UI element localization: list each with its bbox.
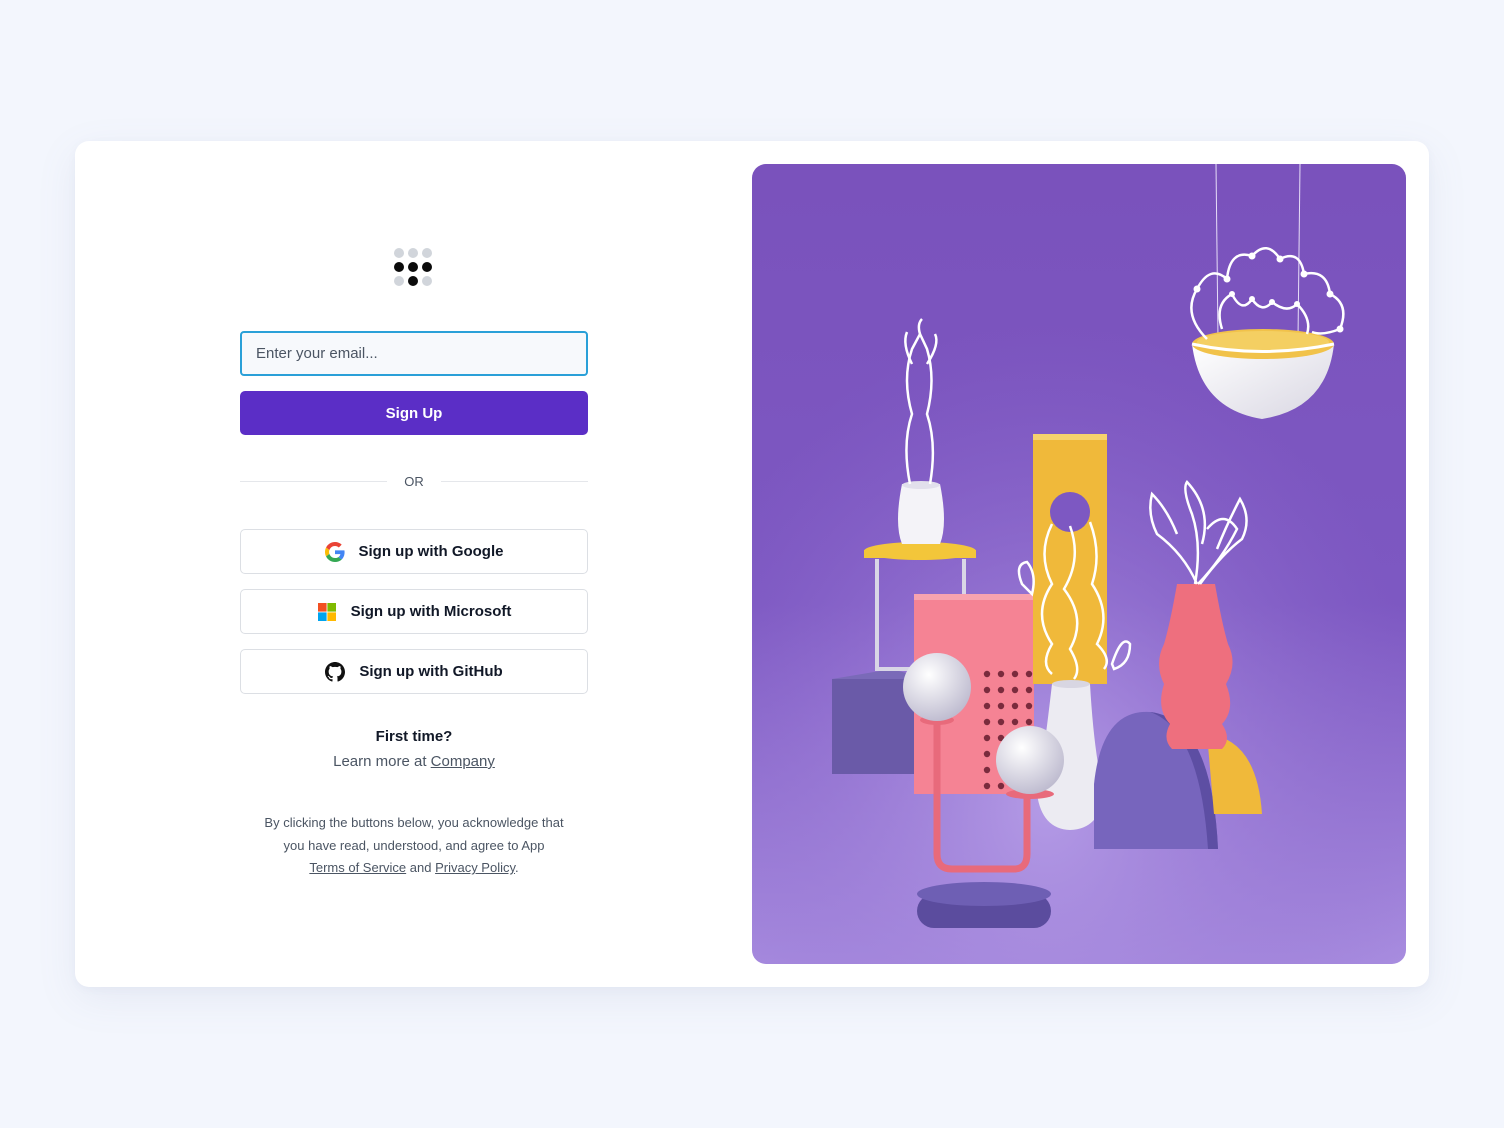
microsoft-signup-button[interactable]: Sign up with Microsoft [240, 589, 588, 634]
google-signup-label: Sign up with Google [358, 543, 504, 560]
legal-and-text: and [406, 860, 436, 875]
legal-notice: By clicking the buttons below, you ackno… [240, 812, 588, 880]
google-signup-button[interactable]: Sign up with Google [240, 529, 588, 574]
microsoft-signup-label: Sign up with Microsoft [350, 603, 512, 620]
google-icon [324, 541, 345, 562]
learn-more-prefix: Learn more at [333, 753, 431, 770]
divider-line-right [441, 481, 588, 482]
legal-line-3: Terms of Service and Privacy Policy. [240, 857, 588, 880]
first-time-heading: First time? [375, 728, 453, 745]
github-signup-label: Sign up with GitHub [359, 663, 503, 680]
learn-more-text: Learn more at Company [240, 753, 588, 770]
legal-line-1: By clicking the buttons below, you ackno… [264, 815, 564, 830]
hero-illustration [752, 164, 1406, 964]
github-icon [325, 661, 346, 682]
microsoft-icon [317, 602, 337, 622]
terms-of-service-link[interactable]: Terms of Service [309, 860, 406, 875]
company-link[interactable]: Company [431, 753, 495, 770]
or-divider: OR [240, 474, 588, 490]
legal-period: . [515, 860, 519, 875]
github-signup-button[interactable]: Sign up with GitHub [240, 649, 588, 694]
privacy-policy-link[interactable]: Privacy Policy [435, 860, 515, 875]
email-input[interactable] [240, 331, 588, 376]
signup-card: Sign Up OR Sign up with Google [75, 141, 1429, 987]
dot-grid-logo [394, 248, 434, 288]
signup-form: Sign Up OR Sign up with Google [240, 141, 588, 987]
legal-line-2: you have read, understood, and agree to … [283, 837, 545, 853]
sign-up-button[interactable]: Sign Up [240, 391, 588, 435]
